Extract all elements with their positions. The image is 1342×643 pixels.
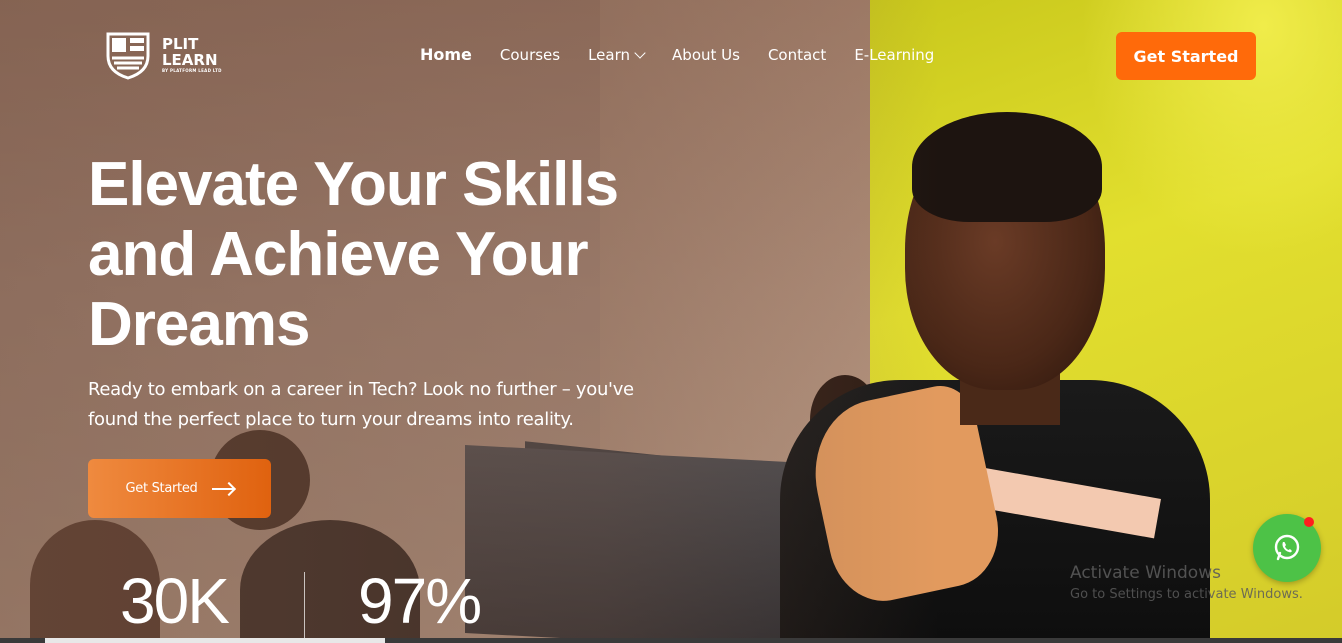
logo-line2: LEARN [162, 51, 218, 69]
main-nav: Home Courses Learn About Us Contact E-Le… [420, 45, 934, 64]
nav-contact[interactable]: Contact [768, 46, 826, 64]
nav-learn-label: Learn [588, 45, 631, 64]
stat-value: 97% [358, 565, 482, 637]
nav-about-label: About Us [672, 45, 740, 64]
notification-dot [1304, 517, 1314, 527]
nav-e-learning[interactable]: E-Learning [854, 46, 934, 64]
logo-shield-icon [104, 30, 154, 80]
activate-subtitle: Go to Settings to activate Windows. [1070, 587, 1303, 602]
nav-learn[interactable]: Learn [588, 45, 646, 64]
logo-text: PLIT LEARN BY PLATFORM LEAD LTD [162, 36, 222, 74]
nav-elearning-label: E-Learning [854, 45, 935, 64]
logo[interactable]: PLIT LEARN BY PLATFORM LEAD LTD [104, 30, 222, 80]
nav-courses[interactable]: Courses [500, 46, 560, 64]
nav-about-us[interactable]: About Us [672, 46, 740, 64]
logo-line1: PLIT [162, 35, 199, 53]
hero-subtitle: Ready to embark on a career in Tech? Loo… [88, 379, 634, 430]
logo-line3: BY PLATFORM LEAD LTD [162, 68, 222, 73]
hero-title: Elevate Your Skills and Achieve Your Dre… [88, 150, 619, 359]
nav-home-label: Home [420, 45, 472, 64]
nav-courses-label: Courses [499, 45, 561, 64]
get-started-hero-button[interactable]: Get Started [88, 459, 271, 518]
bottom-bar-segment [45, 638, 385, 643]
stat-divider [304, 572, 305, 643]
stat-value: 30K [120, 565, 230, 637]
get-started-header-button[interactable]: Get Started [1116, 32, 1256, 80]
nav-contact-label: Contact [767, 45, 827, 64]
get-started-hero-label: Get Started [125, 481, 198, 496]
arrow-right-icon [211, 487, 234, 490]
nav-home[interactable]: Home [420, 45, 472, 64]
chevron-down-icon [634, 46, 646, 59]
whatsapp-icon [1274, 534, 1300, 561]
